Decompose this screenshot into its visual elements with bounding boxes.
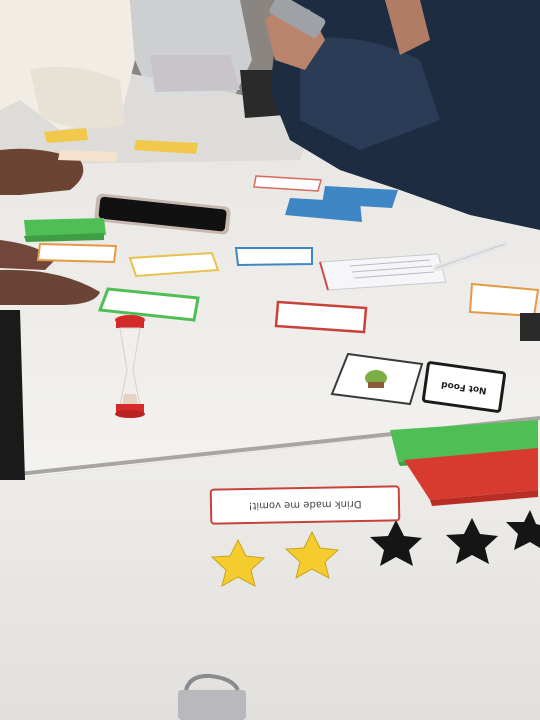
orange-card-right: [468, 282, 540, 318]
red-card-drink-made-me-vomit: Drink made me vomit!: [209, 485, 401, 525]
character-card: [330, 352, 424, 406]
red-bordered-card: [274, 300, 368, 334]
orange-card: [36, 242, 118, 264]
blue-bordered-card: [234, 247, 313, 267]
bag-contents: [150, 55, 240, 92]
card-caption: Drink made me vomit!: [248, 498, 362, 511]
game-table-photo: Drink made me vomit! Not Food: [0, 0, 540, 720]
cream-card: [58, 150, 118, 162]
not-food-label: Not Food: [440, 378, 488, 396]
dark-object-right: [520, 313, 540, 341]
